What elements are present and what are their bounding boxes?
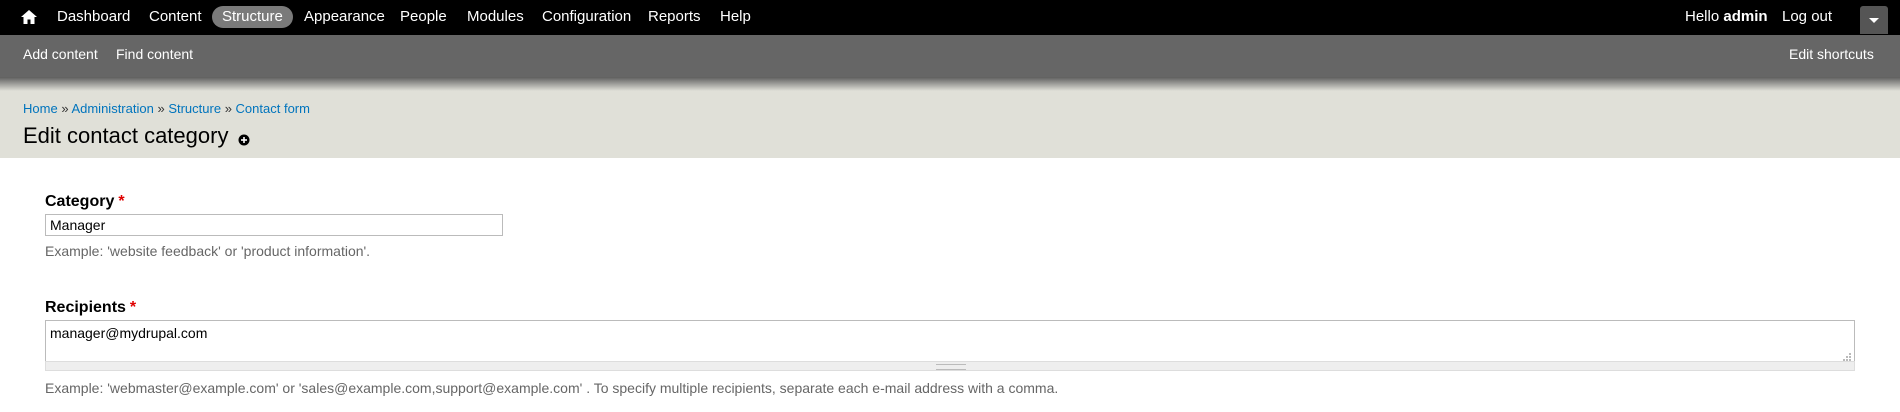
toolbar-menu-appearance[interactable]: Appearance	[304, 0, 385, 35]
toolbar-menu-modules[interactable]: Modules	[467, 0, 524, 35]
required-marker: *	[129, 299, 137, 316]
toolbar-menu-configuration[interactable]: Configuration	[542, 0, 631, 35]
category-label-text: Category	[45, 193, 115, 210]
plus-circle-icon[interactable]	[238, 133, 250, 146]
toolbar-menu-dashboard[interactable]: Dashboard	[57, 0, 130, 35]
shortcuts-bar: Add content Find content Edit shortcuts	[0, 35, 1900, 77]
chevron-down-icon	[1869, 18, 1879, 23]
user-greeting: Hello admin	[1685, 0, 1768, 34]
toolbar-shadow	[0, 77, 1900, 91]
toolbar-menu-reports[interactable]: Reports	[648, 0, 701, 35]
toolbar-menu-content[interactable]: Content	[149, 0, 202, 35]
recipients-label-text: Recipients	[45, 299, 126, 316]
home-icon[interactable]	[20, 8, 38, 26]
breadcrumb-home[interactable]: Home	[23, 101, 58, 116]
toolbar-menu-structure[interactable]: Structure	[212, 6, 293, 28]
breadcrumb: Home » Administration » Structure » Cont…	[23, 101, 310, 116]
resize-grip-icon[interactable]	[1842, 349, 1852, 361]
recipients-description: Example: 'webmaster@example.com' or 'sal…	[45, 380, 1059, 396]
recipients-label: Recipients *	[45, 299, 136, 317]
toolbar-drawer-toggle[interactable]	[1860, 6, 1888, 34]
breadcrumb-administration[interactable]: Administration	[71, 101, 153, 116]
edit-shortcuts-link[interactable]: Edit shortcuts	[1789, 35, 1874, 73]
required-marker: *	[118, 193, 125, 210]
breadcrumb-structure[interactable]: Structure	[168, 101, 221, 116]
page-header: Home » Administration » Structure » Cont…	[0, 91, 1900, 158]
category-input[interactable]	[45, 214, 503, 236]
logout-link[interactable]: Log out	[1782, 0, 1832, 34]
shortcut-add-content[interactable]: Add content	[23, 35, 98, 73]
recipients-textarea[interactable]: manager@mydrupal.com	[45, 320, 1855, 362]
category-label: Category *	[45, 193, 125, 211]
shortcut-find-content[interactable]: Find content	[116, 35, 193, 73]
textarea-resize-handle[interactable]	[45, 361, 1855, 371]
breadcrumb-separator: »	[61, 101, 69, 116]
admin-toolbar: Dashboard Content Structure Appearance P…	[0, 0, 1900, 35]
username-link[interactable]: admin	[1723, 8, 1767, 25]
breadcrumb-contact-form[interactable]: Contact form	[236, 101, 310, 116]
greeting-prefix: Hello	[1685, 8, 1720, 25]
category-description: Example: 'website feedback' or 'product …	[45, 243, 371, 259]
breadcrumb-separator: »	[157, 101, 165, 116]
toolbar-menu-help[interactable]: Help	[720, 0, 751, 35]
grippie-icon	[936, 364, 966, 370]
toolbar-menu-people[interactable]: People	[400, 0, 447, 35]
breadcrumb-separator: »	[224, 101, 232, 116]
page-title: Edit contact category	[23, 123, 229, 148]
